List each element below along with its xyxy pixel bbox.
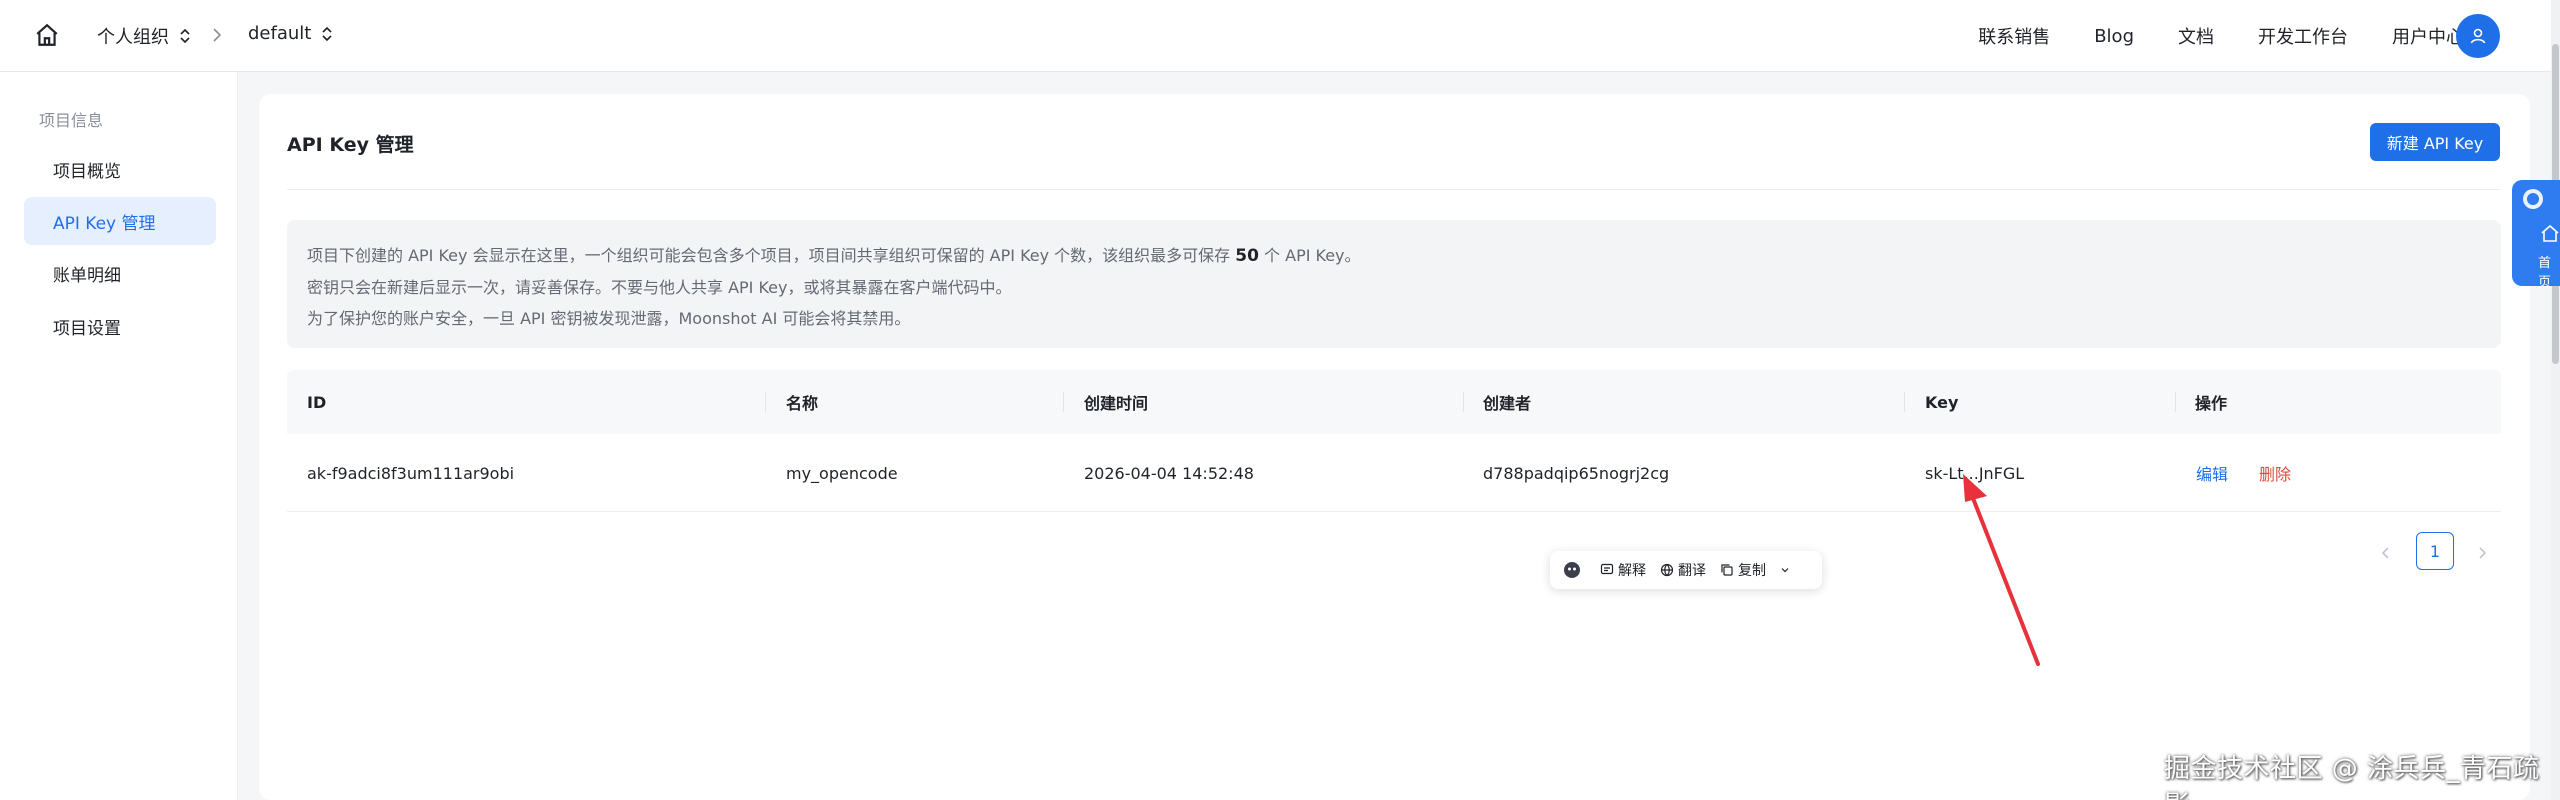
chevron-right-icon [2479, 547, 2487, 559]
updown-chevron-icon [180, 28, 190, 44]
column-separator [2175, 392, 2176, 412]
assistant-avatar-icon [2523, 189, 2543, 209]
nav-docs[interactable]: 文档 [2178, 23, 2214, 49]
chevron-down-icon [1781, 568, 1789, 573]
notice-line-1-suffix: 个 API Key。 [1264, 246, 1361, 265]
more-dropdown-button[interactable] [1780, 565, 1794, 575]
updown-chevron-icon [322, 26, 332, 41]
column-separator [1904, 392, 1905, 412]
column-separator [1463, 392, 1464, 412]
copy-button[interactable]: 复制 [1720, 560, 1766, 580]
table-row: ak-f9adci8f3um111ar9obi my_opencode 2026… [287, 434, 2501, 512]
nav-contact-sales[interactable]: 联系销售 [1978, 23, 2050, 49]
explain-label: 解释 [1618, 563, 1646, 579]
sidebar-item-api-keys[interactable]: API Key 管理 [24, 197, 216, 245]
column-separator [1063, 392, 1064, 412]
annotation-arrow [1963, 474, 2040, 666]
user-icon [2470, 28, 2486, 44]
project-selector[interactable]: default [248, 23, 333, 44]
divider [287, 189, 2501, 190]
copy-icon [1721, 564, 1733, 576]
org-selector[interactable]: 个人组织 [97, 23, 191, 49]
column-header-id: ID [307, 392, 327, 412]
project-name: default [248, 23, 312, 44]
nav-dev-workbench[interactable]: 开发工作台 [2258, 23, 2348, 49]
pagination-page-current[interactable]: 1 [2416, 532, 2454, 570]
sidebar-item-settings[interactable]: 项目设置 [24, 302, 216, 350]
translate-label: 翻译 [1678, 563, 1706, 579]
cell-created: 2026-04-04 14:52:48 [1084, 463, 1254, 483]
page-title: API Key 管理 [287, 134, 414, 156]
chevron-left-icon [2381, 547, 2389, 559]
delete-button[interactable]: 删除 [2259, 434, 2291, 512]
selection-toolbar: 解释 翻译 复制 [1550, 551, 1822, 589]
column-header-name: 名称 [786, 394, 819, 413]
pagination-next-button[interactable] [2466, 537, 2498, 569]
column-header-actions: 操作 [2195, 394, 2228, 413]
column-separator [765, 392, 766, 412]
globe-icon [1660, 563, 1674, 577]
cell-creator: d788padqip65nogrj2cg [1483, 463, 1670, 483]
copy-label: 复制 [1738, 563, 1766, 579]
pagination-prev-button[interactable] [2370, 537, 2402, 569]
notice-line-1: 项目下创建的 API Key 会显示在这里，一个组织可能会包含多个项目，项目间共… [307, 240, 2481, 272]
assistant-logo-button[interactable] [1562, 560, 1586, 580]
floating-widget-label: 首页 [2538, 256, 2552, 290]
sidebar-item-billing[interactable]: 账单明细 [24, 249, 216, 297]
edit-button[interactable]: 编辑 [2196, 434, 2228, 512]
explain-icon [1600, 563, 1614, 575]
max-key-count: 50 [1235, 246, 1259, 266]
table-header: ID 名称 创建时间 创建者 Key 操作 [287, 370, 2501, 434]
sidebar-heading: 项目信息 [39, 111, 104, 130]
watermark: 掘金技术社区 @ 涂兵兵_青石疏影 [2164, 754, 2540, 800]
explain-button[interactable]: 解释 [1600, 560, 1646, 580]
translate-button[interactable]: 翻译 [1660, 560, 1706, 580]
new-api-key-button[interactable]: 新建 API Key [2370, 123, 2500, 161]
floating-assistant-widget[interactable]: 首页 [2512, 180, 2560, 290]
avatar[interactable] [2456, 14, 2500, 58]
assistant-logo-icon [1564, 562, 1580, 578]
breadcrumb-separator-icon [213, 28, 222, 42]
info-notice: 项目下创建的 API Key 会显示在这里，一个组织可能会包含多个项目，项目间共… [287, 220, 2501, 348]
column-header-key: Key [1925, 392, 1959, 412]
notice-line-1-text: 项目下创建的 API Key 会显示在这里，一个组织可能会包含多个项目，项目间共… [307, 246, 1231, 265]
top-navigation-bar: 个人组织 default 联系销售 Blog 文档 开发工作台 用户中心 [0, 0, 2560, 72]
top-nav-links: 联系销售 Blog 文档 开发工作台 用户中心 [1934, 0, 2464, 72]
nav-blog[interactable]: Blog [2094, 26, 2134, 47]
notice-line-2: 密钥只会在新建后显示一次，请妥善保存。不要与他人共享 API Key，或将其暴露… [307, 278, 1012, 297]
sidebar-item-overview[interactable]: 项目概览 [24, 145, 216, 193]
column-header-created: 创建时间 [1084, 394, 1149, 413]
cell-id: ak-f9adci8f3um111ar9obi [307, 463, 515, 483]
column-header-creator: 创建者 [1483, 394, 1532, 413]
org-name: 个人组织 [97, 27, 169, 48]
cell-name: my_opencode [786, 463, 898, 483]
home-icon [2541, 224, 2559, 242]
nav-user-center[interactable]: 用户中心 [2392, 23, 2464, 49]
notice-line-3: 为了保护您的账户安全，一旦 API 密钥被发现泄露，Moonshot AI 可能… [307, 309, 911, 328]
home-icon[interactable] [34, 22, 60, 48]
